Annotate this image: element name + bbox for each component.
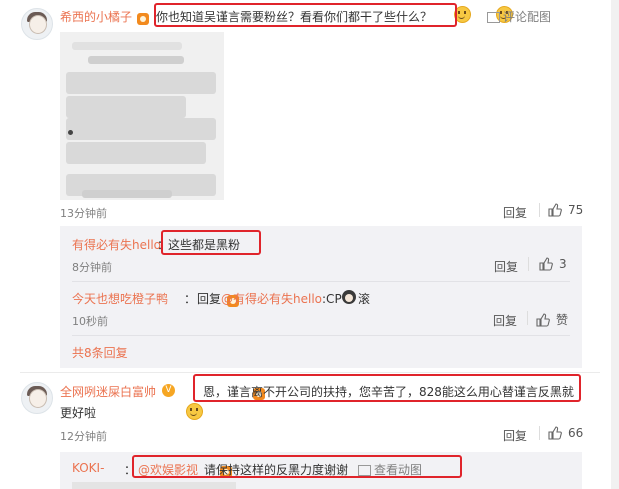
like-count: 66: [568, 426, 584, 440]
reply-separator: ：: [184, 292, 197, 306]
scrollbar[interactable]: [611, 0, 619, 489]
view-image-link[interactable]: 评论配图: [487, 8, 551, 25]
reply-username[interactable]: 今天也想吃橙子鸭: [72, 290, 168, 307]
mention-link[interactable]: @有得必有失hello: [221, 292, 322, 306]
comment-time: 12分钟前: [60, 430, 107, 443]
reply-username[interactable]: KOKI-: [72, 461, 104, 475]
avatar[interactable]: [21, 382, 53, 414]
comment-username[interactable]: 希西的小橘子: [60, 8, 132, 25]
more-replies-link[interactable]: 共8条回复: [72, 344, 128, 361]
thumb-up-icon: [536, 312, 550, 327]
like-button[interactable]: 75: [548, 203, 583, 217]
reply-username[interactable]: 有得必有失hello: [72, 236, 161, 253]
highlight-box: [154, 3, 457, 27]
comment-text-line2: 更好啦: [60, 406, 97, 420]
comment-image[interactable]: [60, 32, 224, 200]
comment-time: 13分钟前: [60, 207, 107, 220]
reply-button[interactable]: 回复: [503, 427, 527, 444]
highlight-box: [161, 230, 261, 255]
reply-image[interactable]: [72, 482, 236, 489]
thumb-up-icon: [539, 257, 553, 271]
like-count: 75: [568, 203, 584, 217]
member-badge-icon: [137, 12, 149, 25]
smile-emoji-icon: [186, 403, 204, 420]
like-button[interactable]: 赞: [536, 311, 568, 328]
reply-button[interactable]: 回复: [503, 204, 527, 221]
reply-text: 回复@有得必有失hello:CP: [197, 292, 342, 306]
reply-text-end: 滚: [358, 292, 371, 306]
comment-username[interactable]: 全网咧迷屎白富帅: [60, 383, 156, 400]
like-count: 3: [559, 257, 567, 271]
thumb-up-icon: [548, 203, 562, 217]
thumb-up-icon: [548, 426, 562, 440]
highlight-box: [132, 455, 462, 478]
avatar[interactable]: [21, 8, 53, 40]
reply-button[interactable]: 回复: [493, 312, 517, 329]
reply-time: 10秒前: [72, 315, 108, 328]
reply-button[interactable]: 回复: [494, 258, 518, 275]
highlight-box: [193, 374, 581, 402]
reply-time: 8分钟前: [72, 261, 112, 274]
verified-icon: V: [162, 384, 175, 397]
like-label: 赞: [556, 313, 569, 327]
like-button[interactable]: 3: [539, 257, 567, 271]
like-button[interactable]: 66: [548, 426, 583, 440]
avatar-emoji-icon: [342, 290, 356, 304]
image-icon: [487, 12, 500, 23]
